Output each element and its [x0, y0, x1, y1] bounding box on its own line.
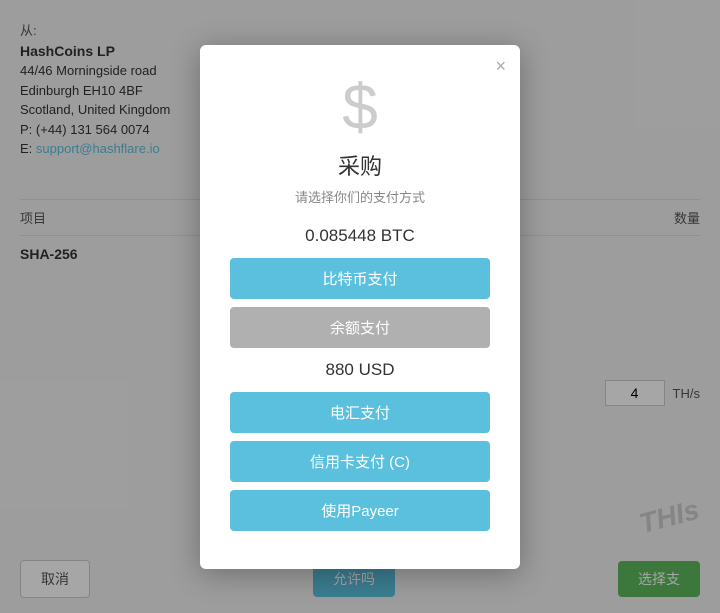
payment-modal: × $ 采购 请选择你们的支付方式 0.085448 BTC 比特币支付 余额支…: [200, 45, 520, 569]
dollar-icon: $: [230, 75, 490, 139]
modal-overlay: × $ 采购 请选择你们的支付方式 0.085448 BTC 比特币支付 余额支…: [0, 0, 720, 613]
payeer-pay-button[interactable]: 使用Payeer: [230, 490, 490, 531]
modal-title: 采购: [230, 149, 490, 181]
btc-amount: 0.085448 BTC: [230, 226, 490, 246]
wire-pay-button[interactable]: 电汇支付: [230, 392, 490, 433]
bitcoin-pay-button[interactable]: 比特币支付: [230, 258, 490, 299]
usd-amount: 880 USD: [230, 360, 490, 380]
balance-pay-button[interactable]: 余额支付: [230, 307, 490, 348]
close-button[interactable]: ×: [495, 57, 506, 75]
credit-pay-button[interactable]: 信用卡支付 (C): [230, 441, 490, 482]
modal-subtitle: 请选择你们的支付方式: [230, 187, 490, 206]
